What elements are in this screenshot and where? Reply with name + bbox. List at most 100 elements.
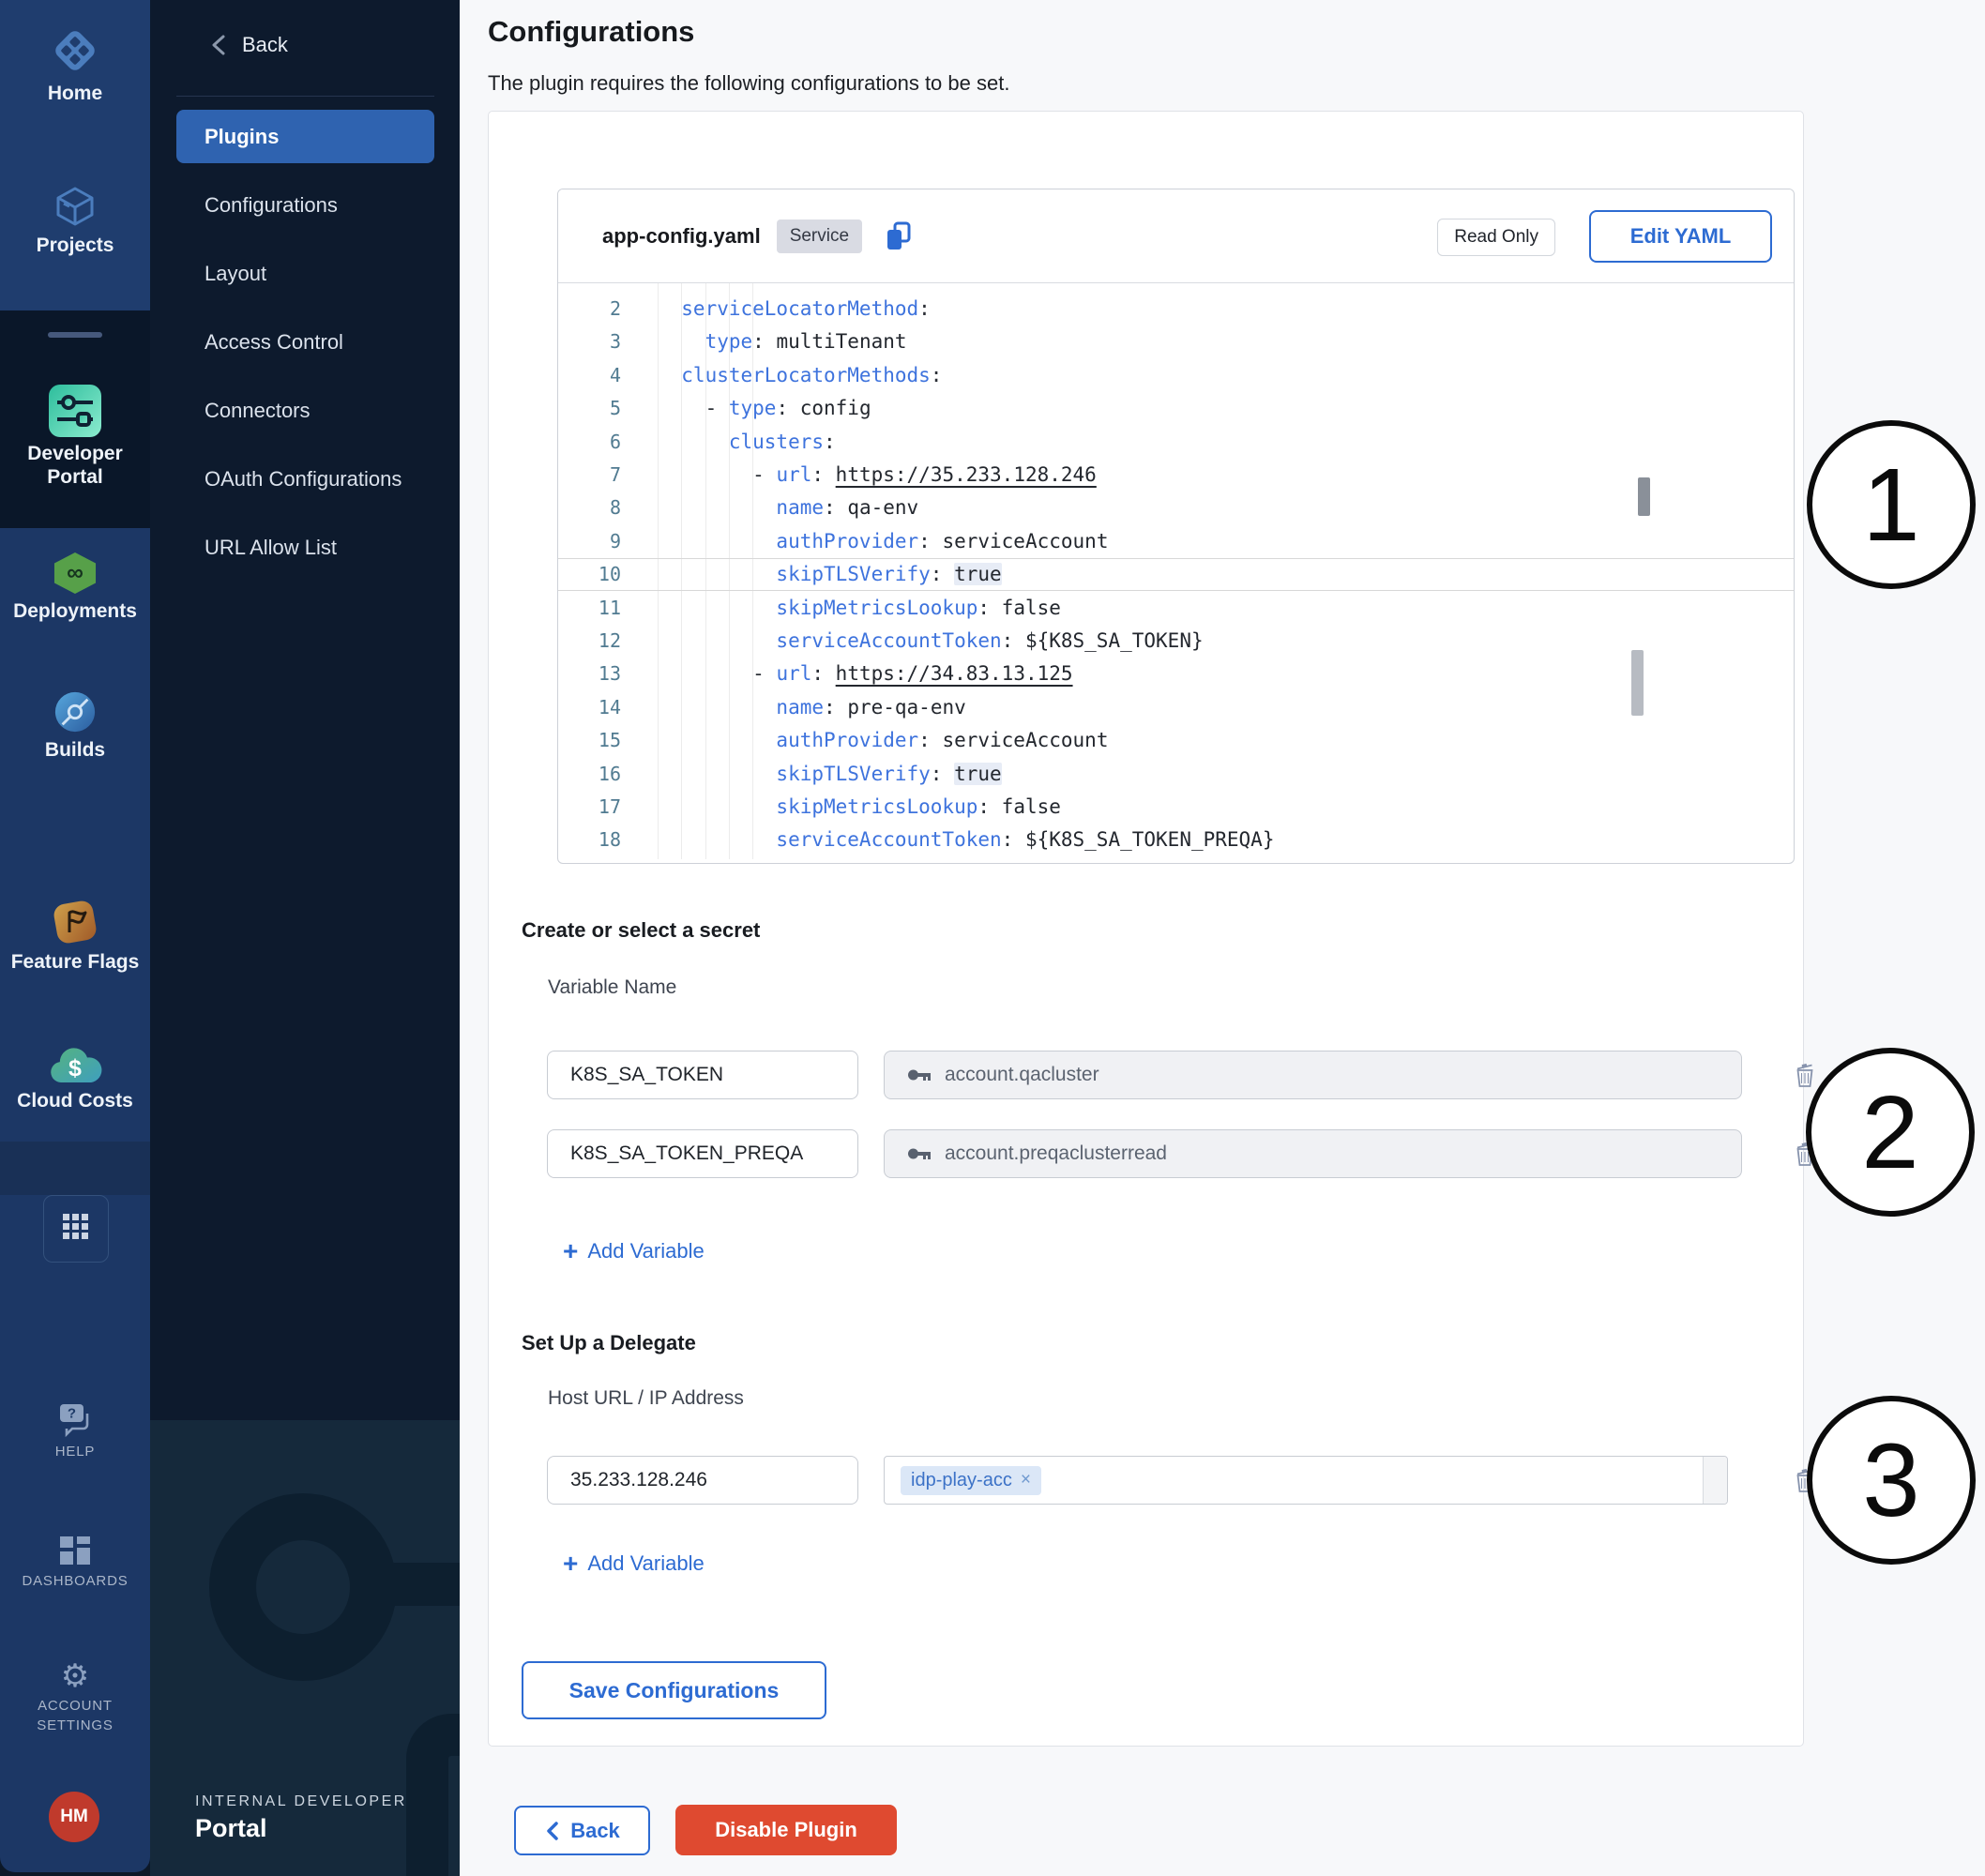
line-content: - type: config: [621, 397, 871, 419]
submenu-item-configurations[interactable]: Configurations: [176, 178, 434, 232]
variable-name-input[interactable]: K8S_SA_TOKEN_PREQA: [547, 1129, 858, 1178]
sidebar-item-cloud-costs[interactable]: $ Cloud Costs: [0, 1043, 150, 1112]
brand-panel: INTERNAL DEVELOPER Portal: [150, 1420, 460, 1876]
decor-ring: [209, 1493, 397, 1681]
line-content: - url: https://35.233.128.246: [621, 463, 1097, 486]
line-number: 1: [558, 283, 621, 287]
sidebar-item-label: Projects: [0, 234, 150, 257]
add-delegate-variable-link[interactable]: + Add Variable: [563, 1551, 705, 1576]
delete-variable-icon[interactable]: [1791, 1060, 1819, 1090]
service-badge: Service: [777, 219, 862, 253]
add-variable-link[interactable]: + Add Variable: [563, 1239, 705, 1263]
delegate-rows: 35.233.128.246 idp-play-acc×: [547, 1456, 1819, 1535]
line-content: type: multiTenant: [621, 330, 907, 353]
line-content: authProvider: serviceAccount: [621, 530, 1108, 552]
annotation-circle-3: 3: [1807, 1396, 1976, 1565]
sidebar-item-builds[interactable]: Builds: [0, 690, 150, 762]
tag-remove-icon[interactable]: ×: [1021, 1470, 1031, 1490]
delegate-row: 35.233.128.246 idp-play-acc×: [547, 1456, 1819, 1505]
user-avatar[interactable]: HM: [49, 1792, 99, 1842]
submenu-item-plugins[interactable]: Plugins: [176, 110, 434, 163]
back-label: Back: [242, 33, 288, 57]
back-nav[interactable]: Back: [208, 32, 288, 58]
submenu-item-connectors[interactable]: Connectors: [176, 384, 434, 437]
line-number: 2: [558, 297, 621, 320]
decor-bar: [389, 1563, 460, 1606]
delegate-tags-input[interactable]: idp-play-acc×: [884, 1456, 1728, 1505]
footer-back-button[interactable]: Back: [514, 1806, 650, 1855]
submenu-item-url-allow-list[interactable]: URL Allow List: [176, 521, 434, 574]
sidebar-item-account-settings[interactable]: ⚙ ACCOUNT SETTINGS: [0, 1660, 150, 1735]
edit-yaml-button[interactable]: Edit YAML: [1589, 210, 1772, 263]
cloud-dollar-icon: $: [48, 1072, 102, 1088]
yaml-editor-header: app-config.yaml Service Read Only Edit Y…: [558, 189, 1794, 283]
host-url-input[interactable]: 35.233.128.246: [547, 1456, 858, 1505]
grid-icon: [61, 1212, 91, 1247]
decor-rect: [406, 1714, 460, 1876]
submenu-item-access-control[interactable]: Access Control: [176, 315, 434, 369]
line-number: 5: [558, 397, 621, 419]
line-number: 11: [558, 597, 621, 619]
save-configurations-button[interactable]: Save Configurations: [522, 1661, 826, 1719]
scrollbar-thumb[interactable]: [1638, 477, 1650, 516]
yaml-line-8: 8 name: qa-env: [558, 492, 1794, 524]
sidebar-item-help[interactable]: ? HELP: [0, 1401, 150, 1461]
delegate-section-heading: Set Up a Delegate: [522, 1331, 696, 1355]
yaml-line-13: 13 - url: https://34.83.13.125: [558, 658, 1794, 690]
sidebar-item-developer-portal[interactable]: Developer Portal: [0, 385, 150, 489]
brand-eyebrow: INTERNAL DEVELOPER: [195, 1793, 407, 1810]
sidebar-item-label: Builds: [0, 738, 150, 762]
scrollbar-thumb[interactable]: [1631, 650, 1644, 716]
sidebar-item-label: DASHBOARDS: [0, 1571, 150, 1591]
submenu-item-layout[interactable]: Layout: [176, 247, 434, 300]
yaml-line-6: 6 clusters:: [558, 425, 1794, 458]
line-number: 15: [558, 729, 621, 751]
line-number: 13: [558, 662, 621, 685]
yaml-editor-card: app-config.yaml Service Read Only Edit Y…: [557, 189, 1795, 864]
submenu-item-oauth-configurations[interactable]: OAuth Configurations: [176, 452, 434, 506]
module-grid-button[interactable]: [43, 1195, 109, 1263]
disable-plugin-button[interactable]: Disable Plugin: [675, 1805, 897, 1855]
field-scroll-strip[interactable]: [1703, 1457, 1727, 1504]
yaml-line-9: 9 authProvider: serviceAccount: [558, 524, 1794, 557]
yaml-line-15: 15 authProvider: serviceAccount: [558, 723, 1794, 756]
sidebar-item-feature-flags[interactable]: Feature Flags: [0, 899, 150, 974]
line-number: 14: [558, 696, 621, 719]
line-number: 17: [558, 795, 621, 818]
trash-icon: [1791, 1060, 1819, 1090]
line-content: name: qa-env: [621, 496, 918, 519]
chevron-left-icon: [544, 1820, 561, 1842]
line-number: 3: [558, 330, 621, 353]
annotation-circle-1: 1: [1807, 420, 1976, 589]
line-content: serviceLocatorMethod:: [621, 297, 931, 320]
dashboards-icon: [58, 1554, 92, 1570]
sidebar-item-dashboards[interactable]: DASHBOARDS: [0, 1535, 150, 1591]
sidebar-item-projects[interactable]: Projects: [0, 184, 150, 257]
sidebar-collapse-band[interactable]: [0, 1142, 150, 1195]
yaml-line-5: 5 - type: config: [558, 392, 1794, 425]
key-icon: [907, 1067, 932, 1082]
page-subtitle: The plugin requires the following config…: [488, 71, 1009, 96]
yaml-line-7: 7 - url: https://35.233.128.246: [558, 458, 1794, 491]
sidebar-item-label: Deployments: [0, 599, 150, 623]
variable-name-input[interactable]: K8S_SA_TOKEN: [547, 1051, 858, 1099]
plus-icon: +: [563, 1241, 578, 1262]
deployments-icon: ∞: [52, 582, 98, 598]
sidebar-item-home[interactable]: Home: [0, 24, 150, 105]
yaml-line-14: 14 name: pre-qa-env: [558, 690, 1794, 723]
yaml-line-3: 3 type: multiTenant: [558, 325, 1794, 358]
yaml-line-16: 16 skipTLSVerify: true: [558, 757, 1794, 790]
developer-portal-icon: [49, 425, 101, 441]
secret-selector[interactable]: account.qacluster: [884, 1051, 1742, 1099]
line-number: 10: [558, 563, 621, 585]
line-number: 9: [558, 530, 621, 552]
sidebar-item-deployments[interactable]: ∞ Deployments: [0, 552, 150, 623]
key-icon: [907, 1146, 932, 1161]
read-only-button[interactable]: Read Only: [1437, 219, 1555, 256]
help-chat-icon: ?: [55, 1425, 95, 1441]
copy-icon[interactable]: [883, 220, 915, 252]
line-number: 6: [558, 431, 621, 453]
yaml-line-11: 11 skipMetricsLookup: false: [558, 591, 1794, 624]
line-content: clusters:: [621, 431, 836, 453]
secret-selector[interactable]: account.preqaclusterread: [884, 1129, 1742, 1178]
